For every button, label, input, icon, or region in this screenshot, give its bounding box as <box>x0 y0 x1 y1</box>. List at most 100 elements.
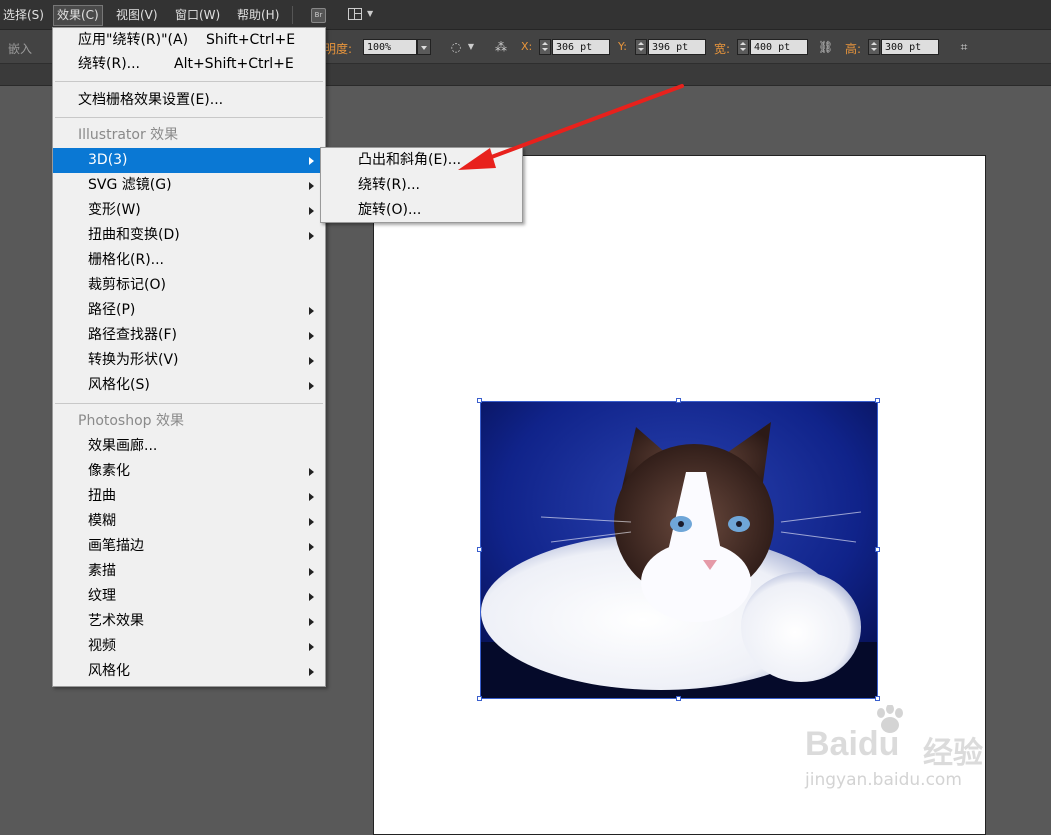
effect-menu: 应用"绕转(R)"(A) Shift+Ctrl+E 绕转(R)... Alt+S… <box>52 27 326 687</box>
menu-window[interactable]: 窗口(W) <box>172 6 223 25</box>
menu-item-effect-gallery[interactable]: 效果画廊... <box>53 434 325 459</box>
menu-item-warp[interactable]: 变形(W) <box>53 198 325 223</box>
menu-item-rasterize[interactable]: 栅格化(R)... <box>53 248 325 273</box>
menu-item-label: 素描 <box>88 563 116 579</box>
y-field[interactable]: 396 pt <box>648 39 706 55</box>
height-field[interactable]: 300 pt <box>881 39 939 55</box>
menu-item-label: 效果画廊... <box>88 438 158 454</box>
menu-help[interactable]: 帮助(H) <box>234 6 282 25</box>
submenu-arrow-icon <box>309 643 314 651</box>
submenu-arrow-icon <box>309 382 314 390</box>
width-stepper[interactable] <box>737 39 749 55</box>
annotation-arrow-icon <box>458 84 684 170</box>
transform-icon[interactable]: ◌ <box>449 40 463 54</box>
selection-handle[interactable] <box>875 547 880 552</box>
menu-item-pixelate[interactable]: 像素化 <box>53 459 325 484</box>
menu-select[interactable]: 选择(S) <box>0 6 47 25</box>
submenu-arrow-icon <box>309 493 314 501</box>
menu-effect[interactable]: 效果(C) <box>53 5 103 26</box>
menu-item-3d-rotate[interactable]: 旋转(O)... <box>321 198 522 223</box>
link-icon[interactable]: ⛓ <box>818 40 833 54</box>
menu-item-apply-revolve[interactable]: 应用"绕转(R)"(A) Shift+Ctrl+E <box>53 28 325 53</box>
x-field[interactable]: 306 pt <box>552 39 610 55</box>
menubar-divider <box>292 6 293 24</box>
menu-item-label: 视频 <box>88 638 116 654</box>
menu-section-illustrator-effects: Illustrator 效果 <box>53 123 325 148</box>
submenu-arrow-icon <box>309 543 314 551</box>
menu-item-stylize[interactable]: 风格化(S) <box>53 373 325 398</box>
menu-item-shortcut: Alt+Shift+Ctrl+E <box>174 56 294 72</box>
transform-panel-icon[interactable]: ⌗ <box>957 40 971 54</box>
menu-item-label: 风格化(S) <box>88 377 150 393</box>
menu-item-path[interactable]: 路径(P) <box>53 298 325 323</box>
menu-item-sketch[interactable]: 素描 <box>53 559 325 584</box>
menu-item-svg-filters[interactable]: SVG 滤镜(G) <box>53 173 325 198</box>
menu-item-label: 凸出和斜角(E)... <box>358 152 462 168</box>
selection-handle[interactable] <box>676 696 681 701</box>
selection-handle[interactable] <box>875 398 880 403</box>
selection-handle[interactable] <box>477 696 482 701</box>
chevron-down-icon[interactable]: ▼ <box>464 40 478 54</box>
menu-item-3d[interactable]: 3D(3) <box>53 148 325 173</box>
menu-item-label: 扭曲 <box>88 488 116 504</box>
y-label: Y: <box>618 40 627 53</box>
menu-item-document-raster-settings[interactable]: 文档栅格效果设置(E)... <box>53 88 325 113</box>
watermark-brand-cn: 经验 <box>923 736 983 771</box>
chevron-down-icon[interactable]: ▼ <box>367 9 373 18</box>
menu-item-label: 绕转(R)... <box>358 177 421 193</box>
menu-item-label: 栅格化(R)... <box>88 252 165 268</box>
menu-item-pathfinder[interactable]: 路径查找器(F) <box>53 323 325 348</box>
menu-separator <box>55 81 323 82</box>
menu-item-label: 扭曲和变换(D) <box>88 227 180 243</box>
menu-item-stylize-ps[interactable]: 风格化 <box>53 659 325 684</box>
menu-item-blur[interactable]: 模糊 <box>53 509 325 534</box>
menu-item-brush-strokes[interactable]: 画笔描边 <box>53 534 325 559</box>
menu-item-convert-to-shape[interactable]: 转换为形状(V) <box>53 348 325 373</box>
reference-point-icon[interactable]: ⁂ <box>494 40 508 54</box>
menu-item-distort-transform[interactable]: 扭曲和变换(D) <box>53 223 325 248</box>
menu-item-video[interactable]: 视频 <box>53 634 325 659</box>
baidu-watermark: Baidu 经验 jingyan.baidu.com <box>805 700 1005 800</box>
opacity-dropdown-button[interactable] <box>417 39 431 55</box>
selection-handle[interactable] <box>477 398 482 403</box>
menu-item-label: 绕转(R)... <box>78 56 141 72</box>
selection-handle[interactable] <box>477 547 482 552</box>
opacity-field[interactable]: 100% <box>363 39 417 55</box>
menu-section-label: Photoshop 效果 <box>78 413 185 429</box>
placed-cat-image[interactable] <box>480 401 878 699</box>
submenu-arrow-icon <box>309 332 314 340</box>
submenu-arrow-icon <box>309 307 314 315</box>
menu-separator <box>55 403 323 404</box>
selection-handle[interactable] <box>676 398 681 403</box>
y-stepper[interactable] <box>635 39 647 55</box>
menu-item-revolve[interactable]: 绕转(R)... Alt+Shift+Ctrl+E <box>53 52 325 77</box>
height-label: 高: <box>845 42 862 56</box>
menu-item-texture[interactable]: 纹理 <box>53 584 325 609</box>
height-stepper[interactable] <box>868 39 880 55</box>
watermark-brand: Baidu <box>805 725 900 763</box>
submenu-arrow-icon <box>309 232 314 240</box>
menu-item-label: 路径(P) <box>88 302 136 318</box>
submenu-arrow-icon <box>309 182 314 190</box>
menu-item-label: 变形(W) <box>88 202 141 218</box>
submenu-arrow-icon <box>309 357 314 365</box>
menu-separator <box>55 117 323 118</box>
workspace-layout-icon[interactable] <box>348 8 362 20</box>
bridge-icon[interactable]: Br <box>311 8 326 23</box>
menu-item-artistic[interactable]: 艺术效果 <box>53 609 325 634</box>
submenu-arrow-icon <box>309 157 314 165</box>
embed-button[interactable]: 嵌入 <box>8 40 32 57</box>
menu-view[interactable]: 视图(V) <box>113 6 161 25</box>
menu-item-label: 画笔描边 <box>88 538 144 554</box>
submenu-arrow-icon <box>309 618 314 626</box>
menu-item-distort[interactable]: 扭曲 <box>53 484 325 509</box>
x-label: X: <box>521 40 533 53</box>
submenu-arrow-icon <box>309 518 314 526</box>
menu-item-label: 旋转(O)... <box>358 202 422 218</box>
submenu-arrow-icon <box>309 568 314 576</box>
menu-item-label: 3D(3) <box>88 152 128 168</box>
width-field[interactable]: 400 pt <box>750 39 808 55</box>
menu-item-crop-marks[interactable]: 裁剪标记(O) <box>53 273 325 298</box>
menu-item-label: 艺术效果 <box>88 613 144 629</box>
x-stepper[interactable] <box>539 39 551 55</box>
